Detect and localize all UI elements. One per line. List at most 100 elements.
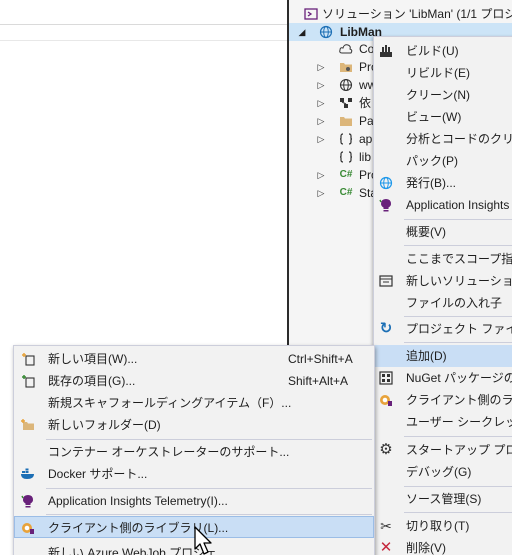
submenu-item-orchestrator-support[interactable]: コンテナー オーケストレーターのサポート...	[14, 441, 374, 463]
csharp-file-icon: C#	[339, 187, 353, 198]
properties-folder-icon	[338, 59, 354, 75]
client-library-icon	[378, 392, 394, 408]
publish-globe-icon	[378, 175, 394, 191]
shortcut-text: Shift+Alt+A	[288, 374, 349, 388]
menu-item-debug[interactable]: デバッグ(G)	[374, 461, 512, 483]
menu-item-clean[interactable]: クリーン(N)	[374, 84, 512, 106]
menu-item-label: スタートアップ プロジェク	[406, 443, 512, 457]
expand-arrow-icon[interactable]: ▷	[316, 76, 326, 94]
json-file-icon	[338, 131, 354, 147]
menu-item-label: 切り取り(T)	[406, 519, 470, 533]
docker-icon	[20, 466, 36, 482]
app-insights-icon	[20, 493, 36, 509]
tree-item-label: 依	[359, 96, 372, 110]
solution-label: ソリューション 'LibMan' (1/1 プロジェクト)	[322, 7, 512, 21]
delete-icon: ✕	[379, 539, 393, 555]
editor-divider	[0, 40, 287, 41]
expand-arrow-icon[interactable]: ▷	[316, 184, 326, 202]
submenu-item-docker-support[interactable]: Docker サポート...	[14, 463, 374, 485]
gear-icon: ⚙	[379, 441, 393, 458]
submenu-item-new-folder[interactable]: 新しいフォルダー(D)	[14, 414, 374, 436]
menu-separator	[404, 342, 512, 343]
menu-item-file-nesting[interactable]: ファイルの入れ子	[374, 292, 512, 314]
submenu-item-label: 新しいフォルダー(D)	[48, 418, 161, 432]
menu-item-label: リビルド(E)	[406, 66, 470, 80]
csharp-file-icon: C#	[339, 169, 353, 180]
menu-separator	[46, 514, 372, 515]
menu-item-set-startup[interactable]: ⚙ スタートアップ プロジェク	[374, 439, 512, 461]
menu-item-publish[interactable]: 発行(B)...	[374, 172, 512, 194]
submenu-item-label: 新規スキャフォールディングアイテム（F）...	[48, 396, 292, 410]
refresh-icon: ↻	[379, 320, 393, 337]
expand-arrow-icon[interactable]: ▷	[316, 130, 326, 148]
json-file-icon	[338, 149, 354, 165]
menu-item-label: ここまでスコープ指定する	[406, 252, 512, 266]
menu-item-new-solution-explorer[interactable]: 新しいソリューション エク	[374, 270, 512, 292]
menu-separator	[46, 488, 372, 489]
cut-icon: ✂	[380, 518, 392, 534]
menu-item-label: 発行(B)...	[406, 176, 456, 190]
existing-item-icon	[20, 373, 36, 389]
submenu-item-label: 新しい Azure WebJob プロジェ	[48, 546, 218, 555]
submenu-item-label: 新しい項目(W)...	[48, 352, 138, 366]
menu-item-cut[interactable]: ✂ 切り取り(T)	[374, 515, 512, 537]
menu-item-add[interactable]: 追加(D)	[374, 345, 512, 367]
tree-item-label: lib	[359, 150, 372, 164]
menu-item-label: クリーン(N)	[406, 88, 471, 102]
expand-arrow-icon[interactable]: ▷	[316, 58, 326, 76]
submenu-item-existing-item[interactable]: 既存の項目(G)... Shift+Alt+A	[14, 370, 374, 392]
menu-item-label: 削除(V)	[406, 541, 446, 555]
menu-item-label: 概要(V)	[406, 225, 446, 239]
menu-item-build[interactable]: ビルド(U)	[374, 40, 512, 62]
submenu-item-label: Docker サポート...	[48, 467, 148, 481]
connected-services-icon	[338, 41, 354, 57]
menu-separator	[404, 316, 512, 317]
nuget-icon	[378, 370, 394, 386]
menu-item-client-library[interactable]: クライアント側のライブラ	[374, 389, 512, 411]
menu-item-pack[interactable]: パック(P)	[374, 150, 512, 172]
submenu-item-new-item[interactable]: 新しい項目(W)... Ctrl+Shift+A	[14, 348, 374, 370]
menu-item-analyze[interactable]: 分析とコードのクリーンア	[374, 128, 512, 150]
expand-arrow-icon[interactable]: ▷	[316, 112, 326, 130]
menu-item-delete[interactable]: ✕ 削除(V)	[374, 537, 512, 555]
menu-separator	[404, 512, 512, 513]
menu-item-overview[interactable]: 概要(V)	[374, 221, 512, 243]
menu-item-edit-project-file[interactable]: ↻ プロジェクト ファイルの編	[374, 318, 512, 340]
menu-item-user-secrets[interactable]: ユーザー シークレットの管	[374, 411, 512, 433]
tree-item-label: Pa	[359, 114, 374, 128]
menu-separator	[404, 486, 512, 487]
shortcut-text: Ctrl+Shift+A	[288, 352, 353, 366]
solution-icon	[303, 6, 319, 22]
menu-item-app-insights[interactable]: Application Insights	[374, 194, 512, 216]
solution-node[interactable]: ソリューション 'LibMan' (1/1 プロジェクト)	[289, 5, 512, 23]
dependencies-icon	[338, 95, 354, 111]
menu-item-source-control[interactable]: ソース管理(S)	[374, 488, 512, 510]
menu-item-label: NuGet パッケージの管理	[406, 371, 512, 385]
submenu-item-app-insights-telemetry[interactable]: Application Insights Telemetry(I)...	[14, 490, 374, 512]
submenu-item-label: 既存の項目(G)...	[48, 374, 136, 388]
menu-separator	[404, 436, 512, 437]
menu-item-label: デバッグ(G)	[406, 465, 472, 479]
expand-arrow-icon[interactable]: ▷	[316, 166, 326, 184]
collapse-arrow-icon[interactable]: ◢	[297, 23, 307, 41]
menu-item-label: ビュー(W)	[406, 110, 462, 124]
editor-divider	[0, 24, 287, 25]
ide-window: ソリューション 'LibMan' (1/1 プロジェクト) ◢ LibMan C…	[0, 0, 512, 555]
menu-item-label: プロジェクト ファイルの編	[406, 322, 512, 336]
menu-item-view[interactable]: ビュー(W)	[374, 106, 512, 128]
expand-arrow-icon[interactable]: ▷	[316, 94, 326, 112]
globe-icon	[338, 77, 354, 93]
menu-item-rebuild[interactable]: リビルド(E)	[374, 62, 512, 84]
menu-item-label: ユーザー シークレットの管	[406, 415, 512, 429]
menu-item-scope-to-this[interactable]: ここまでスコープ指定する	[374, 248, 512, 270]
tree-item-label: ap	[359, 132, 373, 146]
menu-item-label: ビルド(U)	[406, 44, 459, 58]
menu-item-label: 分析とコードのクリーンア	[406, 132, 512, 146]
build-icon	[378, 43, 394, 59]
submenu-item-scaffold[interactable]: 新規スキャフォールディングアイテム（F）...	[14, 392, 374, 414]
folder-icon	[338, 113, 354, 129]
new-item-icon	[20, 351, 36, 367]
submenu-item-label: コンテナー オーケストレーターのサポート...	[48, 445, 290, 459]
menu-item-label: ファイルの入れ子	[406, 296, 503, 310]
menu-item-manage-nuget[interactable]: NuGet パッケージの管理	[374, 367, 512, 389]
